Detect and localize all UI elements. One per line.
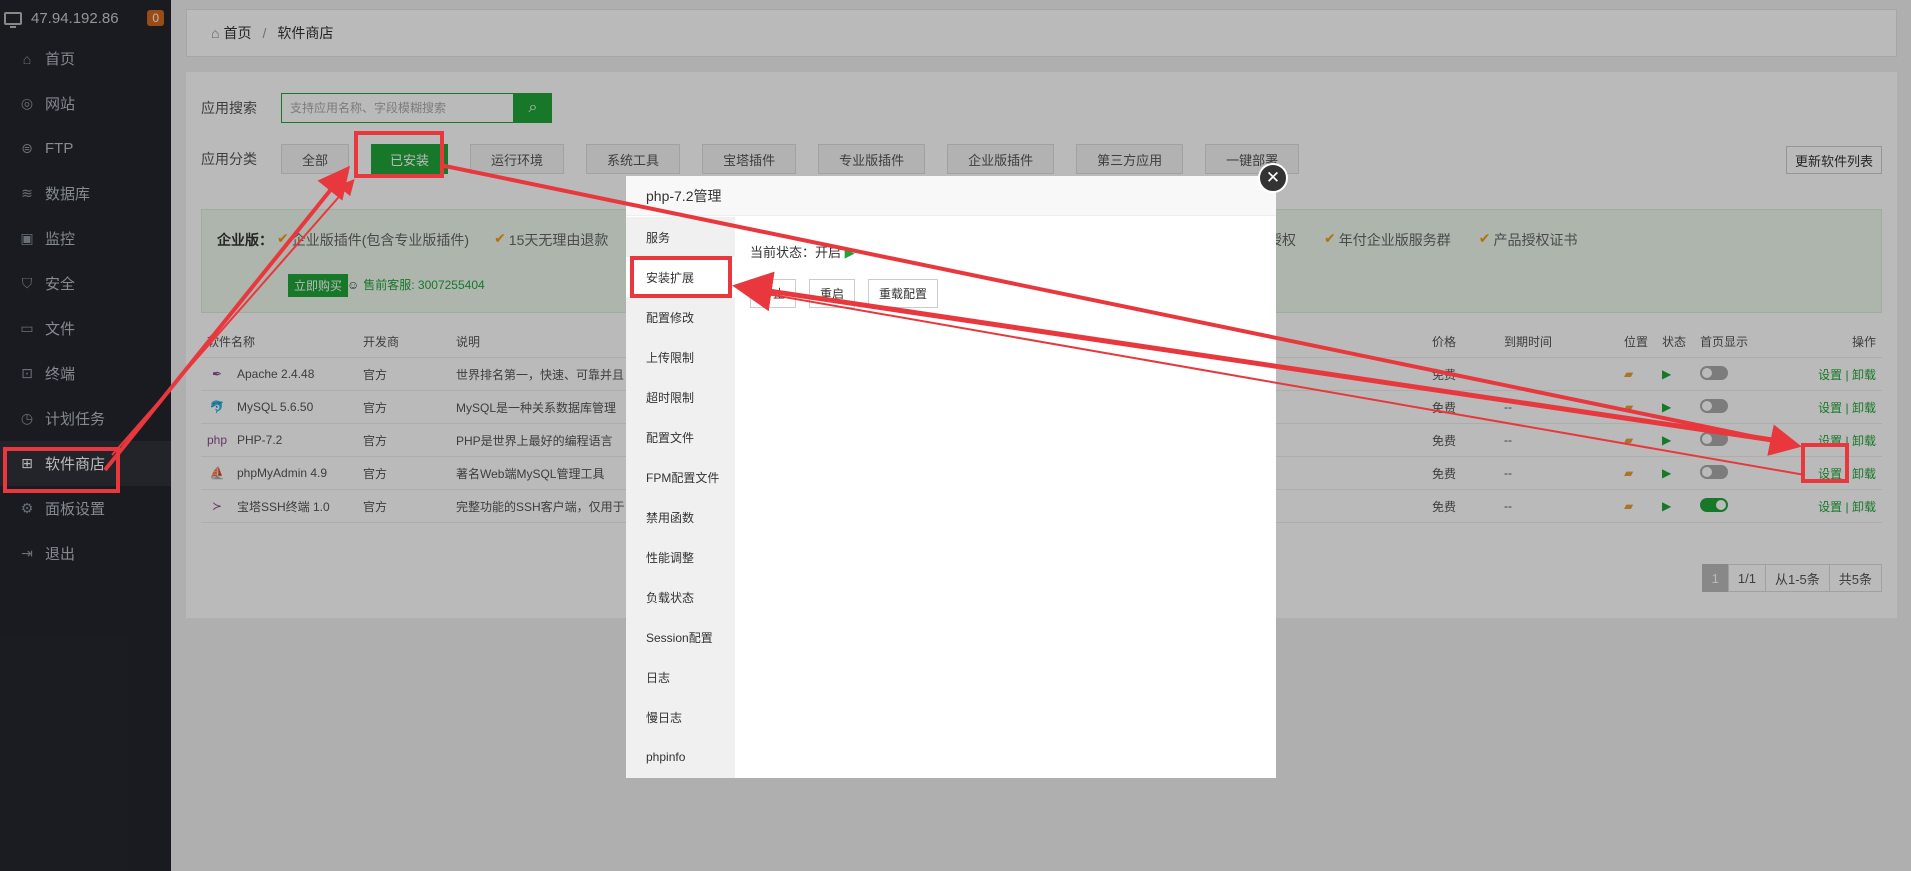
- arrow-to-extension-bold: [732, 271, 1794, 446]
- annotation-arrows: [103, 163, 1806, 476]
- arrow-to-settings: [439, 163, 1802, 456]
- arrow-to-installed-bold: [103, 165, 351, 472]
- arrow-to-extension: [740, 284, 1806, 476]
